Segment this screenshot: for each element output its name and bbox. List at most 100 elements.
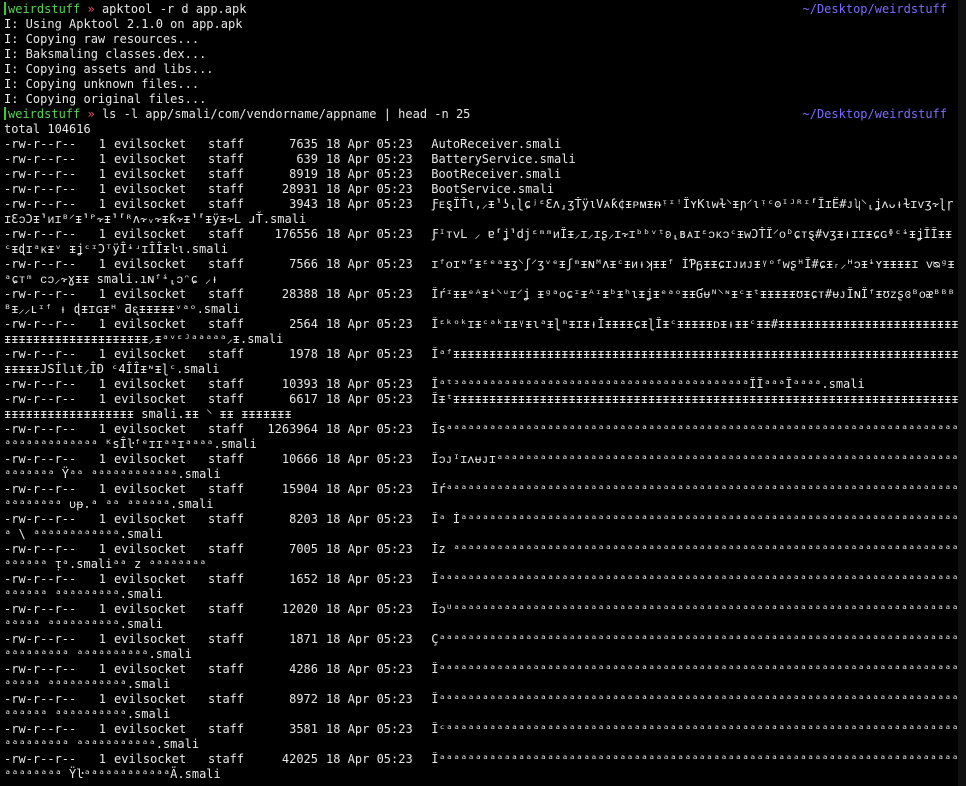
prompt-separator: » bbox=[87, 2, 95, 16]
file-permissions: -rw-r--r-- bbox=[4, 347, 77, 361]
file-links: 1 bbox=[98, 197, 106, 211]
file-group: staff bbox=[208, 197, 245, 211]
file-owner: evilsocket bbox=[114, 152, 187, 166]
file-permissions: -rw-r--r-- bbox=[4, 692, 77, 706]
output-line: I: Copying raw resources... bbox=[4, 32, 200, 46]
list-item: -rw-r--r-- 1 evilsocket staff 10666 18 Apr 05… bbox=[4, 452, 959, 482]
file-size: 28931 bbox=[281, 182, 318, 196]
file-name: Îᵃᵗᶟᵃᵃᵃᵃᵃᵃᵃᵃᵃᵃᵃᵃᵃᵃᵃᵃᵃᵃᵃᵃᵃᵃᵃᵃᵃᵃᵃᵃᵃᵃᵃᵃᵃᵃᵃᵃ… bbox=[431, 377, 865, 391]
terminal-window[interactable]: weirdstuff » apktool -r d app.apk ~/Deskt… bbox=[0, 0, 966, 786]
file-group: staff bbox=[208, 137, 245, 151]
file-links: 1 bbox=[98, 167, 106, 181]
file-permissions: -rw-r--r-- bbox=[4, 137, 77, 151]
list-item: -rw-r--r-- 1 evilsocket staff 8972 18 Apr 05:… bbox=[4, 692, 959, 722]
file-date: 18 Apr 05:23 bbox=[326, 137, 413, 151]
file-owner: evilsocket bbox=[114, 662, 187, 676]
list-item: -rw-r--r-- 1 evilsocket staff 4286 18 Apr 05:… bbox=[4, 662, 959, 692]
file-group: staff bbox=[208, 377, 245, 391]
file-size: 8919 bbox=[289, 167, 318, 181]
file-group: staff bbox=[208, 632, 245, 646]
file-group: staff bbox=[208, 317, 245, 331]
file-links: 1 bbox=[98, 227, 106, 241]
file-size: 7566 bbox=[289, 257, 318, 271]
file-name: BatteryService.smali bbox=[431, 152, 576, 166]
file-links: 1 bbox=[98, 692, 106, 706]
file-links: 1 bbox=[98, 452, 106, 466]
terminal-content: weirdstuff » apktool -r d app.apk ~/Deskt… bbox=[0, 0, 959, 782]
file-links: 1 bbox=[98, 137, 106, 151]
file-owner: evilsocket bbox=[114, 722, 187, 736]
file-links: 1 bbox=[98, 377, 106, 391]
file-date: 18 Apr 05:23 bbox=[326, 752, 413, 766]
list-item: -rw-r--r-- 1 evilsocket staff 639 18 Apr 05:2… bbox=[4, 152, 959, 167]
file-size: 28388 bbox=[281, 287, 318, 301]
scrollbar[interactable] bbox=[958, 0, 966, 786]
prompt-line-2: weirdstuff » ls -l app/smali/com/vendorn… bbox=[4, 107, 959, 122]
list-item: -rw-r--r-- 1 evilsocket staff 2564 18 Apr 05:… bbox=[4, 317, 959, 347]
prompt-user: weirdstuff bbox=[8, 2, 81, 16]
file-permissions: -rw-r--r-- bbox=[4, 632, 77, 646]
list-item: -rw-r--r-- 1 evilsocket staff 3581 18 Apr 05:… bbox=[4, 722, 959, 752]
file-links: 1 bbox=[98, 482, 106, 496]
file-group: staff bbox=[208, 347, 245, 361]
file-size: 12020 bbox=[281, 602, 318, 616]
file-permissions: -rw-r--r-- bbox=[4, 662, 77, 676]
file-owner: evilsocket bbox=[114, 167, 187, 181]
file-size: 42025 bbox=[281, 752, 318, 766]
file-date: 18 Apr 05:23 bbox=[326, 602, 413, 616]
file-permissions: -rw-r--r-- bbox=[4, 482, 77, 496]
file-size: 4286 bbox=[289, 662, 318, 676]
file-owner: evilsocket bbox=[114, 542, 187, 556]
file-links: 1 bbox=[98, 317, 106, 331]
file-permissions: -rw-r--r-- bbox=[4, 512, 77, 526]
file-owner: evilsocket bbox=[114, 257, 187, 271]
file-size: 1978 bbox=[289, 347, 318, 361]
list-item: -rw-r--r-- 1 evilsocket staff 15904 18 Apr 05… bbox=[4, 482, 959, 512]
file-links: 1 bbox=[98, 602, 106, 616]
file-owner: evilsocket bbox=[114, 752, 187, 766]
file-owner: evilsocket bbox=[114, 452, 187, 466]
list-item: -rw-r--r-- 1 evilsocket staff 176556 18 Apr 0… bbox=[4, 227, 959, 257]
file-size: 7005 bbox=[289, 542, 318, 556]
file-owner: evilsocket bbox=[114, 692, 187, 706]
file-name: AutoReceiver.smali bbox=[431, 137, 562, 151]
file-size: 8203 bbox=[289, 512, 318, 526]
file-owner: evilsocket bbox=[114, 287, 187, 301]
file-date: 18 Apr 05:23 bbox=[326, 692, 413, 706]
output-line: I: Copying original files... bbox=[4, 92, 207, 106]
file-size: 1652 bbox=[289, 572, 318, 586]
file-links: 1 bbox=[98, 257, 106, 271]
list-item: -rw-r--r-- 1 evilsocket staff 1871 18 Apr 05:… bbox=[4, 632, 959, 662]
file-owner: evilsocket bbox=[114, 227, 187, 241]
file-size: 10393 bbox=[281, 377, 318, 391]
output-line: I: Copying assets and libs... bbox=[4, 62, 214, 76]
file-links: 1 bbox=[98, 662, 106, 676]
file-permissions: -rw-r--r-- bbox=[4, 377, 77, 391]
file-group: staff bbox=[208, 167, 245, 181]
file-links: 1 bbox=[98, 422, 106, 436]
apktool-output: I: Using Apktool 2.1.0 on app.apk I: Copy… bbox=[4, 17, 959, 107]
file-date: 18 Apr 05:23 bbox=[326, 422, 413, 436]
file-size: 6617 bbox=[289, 392, 318, 406]
prompt-command: ls -l app/smali/com/vendorname/appname |… bbox=[101, 107, 471, 121]
file-group: staff bbox=[208, 287, 245, 301]
file-size: 3581 bbox=[289, 722, 318, 736]
output-line: I: Using Apktool 2.1.0 on app.apk bbox=[4, 17, 243, 31]
file-permissions: -rw-r--r-- bbox=[4, 227, 77, 241]
file-links: 1 bbox=[98, 722, 106, 736]
output-line: I: Copying unknown files... bbox=[4, 77, 200, 91]
file-links: 1 bbox=[98, 347, 106, 361]
file-owner: evilsocket bbox=[114, 572, 187, 586]
file-owner: evilsocket bbox=[114, 182, 187, 196]
ls-total-line: total 104616 bbox=[4, 122, 91, 136]
file-date: 18 Apr 05:23 bbox=[326, 377, 413, 391]
file-owner: evilsocket bbox=[114, 632, 187, 646]
list-item: -rw-r--r-- 1 evilsocket staff 1263964 18 Apr … bbox=[4, 422, 959, 452]
file-permissions: -rw-r--r-- bbox=[4, 167, 77, 181]
file-group: staff bbox=[208, 572, 245, 586]
list-item: -rw-r--r-- 1 evilsocket staff 3943 18 Apr 05:… bbox=[4, 197, 959, 227]
file-group: staff bbox=[208, 512, 245, 526]
file-date: 18 Apr 05:23 bbox=[326, 662, 413, 676]
file-date: 18 Apr 05:23 bbox=[326, 542, 413, 556]
file-group: staff bbox=[208, 602, 245, 616]
